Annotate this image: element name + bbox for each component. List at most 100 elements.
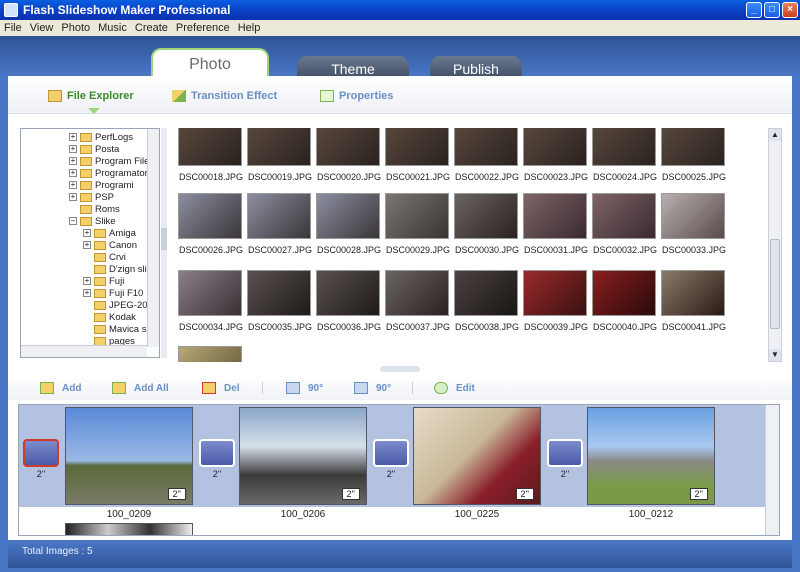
folder-tree[interactable]: + PerfLogs + Posta + Program Files + Program… [20, 128, 160, 358]
tree-item[interactable]: Mavica s [94, 323, 146, 335]
scroll-up-icon[interactable]: ▲ [769, 129, 781, 141]
add-button[interactable]: Add [40, 382, 81, 394]
thumbnail[interactable]: DSC00033.JPG [661, 193, 727, 255]
delete-button[interactable]: Del [202, 382, 240, 394]
scroll-down-icon[interactable]: ▼ [769, 349, 781, 361]
thumbnail[interactable]: DSC00019.JPG [247, 128, 313, 182]
thumbnail[interactable]: DSC00037.JPG [385, 270, 451, 332]
thumbnail[interactable]: DSC00035.JPG [247, 270, 313, 332]
transition-item[interactable]: 2'' [199, 439, 235, 479]
edit-label: Edit [456, 382, 475, 394]
rotate-right-button[interactable]: 90° [354, 382, 391, 394]
thumbnail-scrollbar[interactable]: ▲ ▼ [768, 128, 782, 362]
panel-splitter[interactable] [161, 128, 167, 358]
slide-duration[interactable]: 2'' [341, 488, 360, 500]
thumbnail[interactable]: DSC00034.JPG [178, 270, 244, 332]
tree-item[interactable]: Crvi [94, 251, 126, 263]
collapse-arrow-icon[interactable] [161, 228, 167, 250]
horizontal-splitter[interactable] [380, 366, 420, 372]
tree-item[interactable]: − Slike [69, 215, 116, 227]
thumbnail[interactable]: DSC00032.JPG [592, 193, 658, 255]
thumbnail[interactable]: DSC00031.JPG [523, 193, 589, 255]
tree-horizontal-scrollbar[interactable] [21, 345, 147, 357]
tree-item[interactable]: + Canon [83, 239, 137, 251]
thumbnail[interactable]: DSC00023.JPG [523, 128, 589, 182]
menu-file[interactable]: File [4, 22, 22, 34]
rotate-left-button[interactable]: 90° [286, 382, 323, 394]
thumbnail[interactable]: DSC00038.JPG [454, 270, 520, 332]
folder-icon [94, 252, 106, 262]
menu-create[interactable]: Create [135, 22, 168, 34]
edit-button[interactable]: Edit [434, 382, 475, 394]
transition-duration: 2'' [212, 469, 222, 479]
transition-item[interactable]: 2'' [23, 439, 59, 479]
slide-item[interactable]: 2'' 100_0209 [65, 407, 193, 520]
thumbnail-image [178, 128, 242, 166]
thumbnail[interactable]: DSC00027.JPG [247, 193, 313, 255]
transition-icon [373, 439, 409, 467]
tree-item[interactable]: + Posta [69, 143, 119, 155]
slide-item[interactable]: 2'' 100_0225 [413, 407, 541, 520]
subtab-properties[interactable]: Properties [320, 90, 393, 102]
menu-photo[interactable]: Photo [61, 22, 90, 34]
subtab-file-explorer[interactable]: File Explorer [48, 90, 134, 114]
thumbnail[interactable] [178, 346, 244, 362]
subtab-transition-effect[interactable]: Transition Effect [172, 90, 277, 102]
menu-view[interactable]: View [30, 22, 54, 34]
thumbnail[interactable]: DSC00028.JPG [316, 193, 382, 255]
tree-vertical-scrollbar[interactable] [147, 129, 159, 347]
scroll-thumb[interactable] [770, 239, 780, 329]
thumbnail[interactable]: DSC00021.JPG [385, 128, 451, 182]
slide-item[interactable]: 2'' 100_0212 [587, 407, 715, 520]
thumbnail-caption: DSC00038.JPG [454, 322, 520, 332]
menu-help[interactable]: Help [238, 22, 261, 34]
tree-item[interactable]: + PerfLogs [69, 131, 133, 143]
menu-preference[interactable]: Preference [176, 22, 230, 34]
status-text: Total Images : 5 [22, 546, 93, 557]
app-icon [4, 3, 18, 17]
slide-duration[interactable]: 2'' [167, 488, 186, 500]
minimize-button[interactable]: _ [746, 2, 762, 18]
tree-item[interactable]: + Programi [69, 179, 134, 191]
transition-icon [547, 439, 583, 467]
transition-item[interactable]: 2'' [547, 439, 583, 479]
menu-music[interactable]: Music [98, 22, 127, 34]
slide-item[interactable] [65, 523, 193, 535]
thumbnail-caption: DSC00021.JPG [385, 172, 451, 182]
thumbnail[interactable]: DSC00026.JPG [178, 193, 244, 255]
tree-item[interactable]: + Program Files [69, 155, 154, 167]
tree-item[interactable]: + Programator [69, 167, 148, 179]
tree-label: Programi [95, 179, 134, 191]
slide-duration[interactable]: 2'' [689, 488, 708, 500]
tree-item[interactable]: + Fuji F10 [83, 287, 143, 299]
thumbnail[interactable]: DSC00040.JPG [592, 270, 658, 332]
slide-photo: 2'' [239, 407, 367, 505]
thumbnail[interactable]: DSC00024.JPG [592, 128, 658, 182]
thumbnail[interactable]: DSC00030.JPG [454, 193, 520, 255]
thumbnail[interactable]: DSC00039.JPG [523, 270, 589, 332]
tree-item[interactable]: JPEG-20 [94, 299, 148, 311]
thumbnail[interactable]: DSC00029.JPG [385, 193, 451, 255]
tree-item[interactable]: + Amiga [83, 227, 136, 239]
tree-item[interactable]: Kodak [94, 311, 136, 323]
thumbnail[interactable]: DSC00022.JPG [454, 128, 520, 182]
close-button[interactable]: × [782, 2, 798, 18]
transition-item[interactable]: 2'' [373, 439, 409, 479]
maximize-button[interactable]: □ [764, 2, 780, 18]
thumbnail[interactable]: DSC00020.JPG [316, 128, 382, 182]
slide-item[interactable]: 2'' 100_0206 [239, 407, 367, 520]
tree-item[interactable]: + PSP [69, 191, 114, 203]
tree-item[interactable]: Roms [80, 203, 120, 215]
timeline-scrollbar[interactable] [765, 405, 779, 535]
thumbnail-image [454, 270, 518, 316]
slide-photo [65, 523, 193, 535]
thumbnail[interactable]: DSC00018.JPG [178, 128, 244, 182]
tree-item[interactable]: D'zign sli [94, 263, 147, 275]
slide-duration[interactable]: 2'' [515, 488, 534, 500]
thumbnail-image [454, 128, 518, 166]
thumbnail[interactable]: DSC00025.JPG [661, 128, 727, 182]
tree-item[interactable]: + Fuji [83, 275, 124, 287]
add-all-button[interactable]: Add All [112, 382, 169, 394]
thumbnail[interactable]: DSC00036.JPG [316, 270, 382, 332]
thumbnail[interactable]: DSC00041.JPG [661, 270, 727, 332]
